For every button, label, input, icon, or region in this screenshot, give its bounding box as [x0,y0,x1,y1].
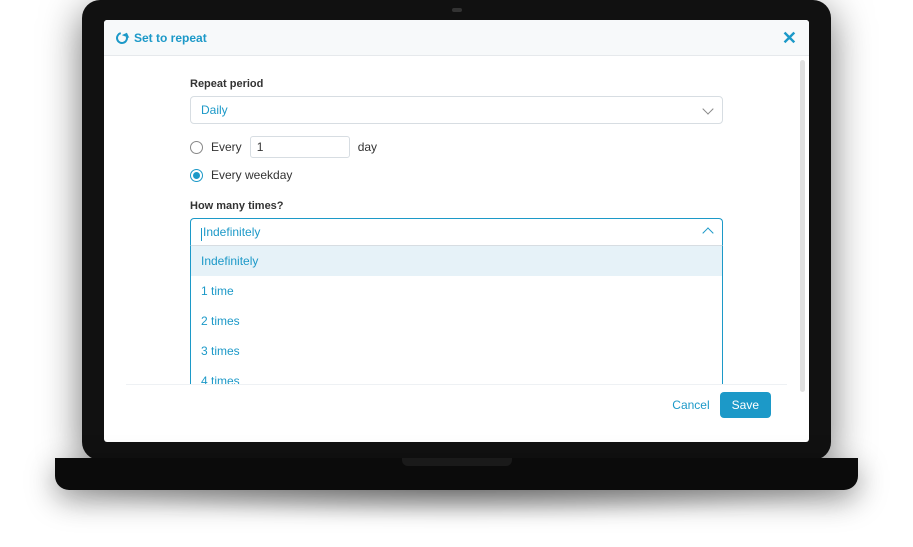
save-button[interactable]: Save [720,392,771,418]
every-weekday-label: Every weekday [211,168,292,182]
camera-dot [452,8,462,12]
app-screen: Set to repeat ✕ Repeat period Daily Ever… [104,20,809,442]
repeat-icon [114,29,130,45]
modal-title: Set to repeat [116,31,207,45]
chevron-down-icon [702,103,713,114]
times-option[interactable]: 3 times [191,336,722,366]
every-n-label: Every [211,140,242,154]
times-select[interactable]: Indefinitely [190,218,723,246]
times-option[interactable]: 2 times [191,306,722,336]
close-icon[interactable]: ✕ [782,29,797,47]
chevron-up-icon [702,227,713,238]
every-weekday-row: Every weekday [190,168,723,182]
laptop-frame: Set to repeat ✕ Repeat period Daily Ever… [82,0,831,460]
times-label: How many times? [190,200,723,212]
every-n-radio[interactable] [190,141,203,154]
repeat-period-value: Daily [201,103,228,117]
every-n-row: Every day [190,136,723,158]
times-option[interactable]: Indefinitely [191,246,722,276]
times-dropdown: Indefinitely1 time2 times3 times4 times [190,246,723,396]
times-option[interactable]: 1 time [191,276,722,306]
repeat-period-select[interactable]: Daily [190,96,723,124]
modal-body: Repeat period Daily Every day Every week… [104,56,809,402]
modal-footer: Cancel Save [126,384,787,424]
every-n-suffix: day [358,140,377,154]
cancel-button[interactable]: Cancel [672,398,709,412]
times-value: Indefinitely [203,225,260,239]
repeat-period-label: Repeat period [190,78,723,90]
every-n-input[interactable] [250,136,350,158]
laptop-base [55,458,858,490]
modal-title-text: Set to repeat [134,31,207,45]
every-weekday-radio[interactable] [190,169,203,182]
modal-header: Set to repeat ✕ [104,20,809,56]
modal-scrollbar[interactable] [800,60,805,392]
